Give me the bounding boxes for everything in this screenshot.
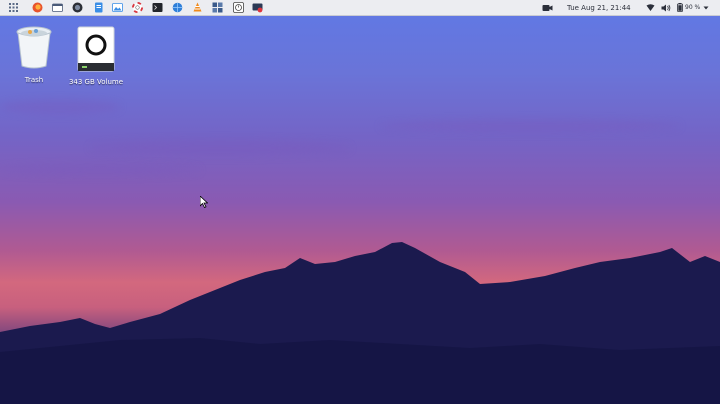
volume-indicator[interactable]: [661, 0, 671, 15]
vlc-icon[interactable]: [192, 2, 203, 13]
terminal-icon[interactable]: [152, 2, 163, 13]
battery-indicator[interactable]: 90 %: [677, 0, 709, 15]
desktop-icon-trash[interactable]: Trash: [4, 24, 64, 84]
network-indicator[interactable]: [646, 0, 655, 15]
window-grid-icon[interactable]: [212, 2, 223, 13]
camera-indicator[interactable]: [542, 0, 553, 15]
video-camera-icon: [542, 4, 553, 11]
desktop-icon-volume[interactable]: 343 GB Volume: [66, 26, 126, 86]
battery-icon: [677, 3, 683, 12]
chevron-down-icon: [703, 6, 709, 9]
desktop-background: Trash 343 GB Volume: [0, 0, 720, 404]
firefox-icon[interactable]: [32, 2, 43, 13]
files-icon[interactable]: [52, 2, 63, 13]
speaker-icon: [661, 4, 671, 11]
document-icon[interactable]: [93, 2, 104, 13]
trash-icon: [16, 26, 52, 69]
clock-indicator[interactable]: Tue Aug 21, 21:44: [567, 0, 631, 15]
clock-text: Tue Aug 21, 21:44: [567, 3, 631, 12]
camera-app-icon[interactable]: [72, 2, 83, 13]
lifebuoy-icon[interactable]: [132, 2, 143, 13]
wifi-icon: [646, 3, 655, 11]
desktop-icon-label: 343 GB Volume: [68, 78, 124, 86]
top-panel: Tue Aug 21, 21:44 90 %: [0, 0, 720, 16]
app-grid-icon[interactable]: [8, 2, 19, 13]
screen-recorder-icon[interactable]: [252, 2, 263, 13]
desktop-icon-label: Trash: [24, 76, 44, 84]
drive-icon: [77, 26, 115, 72]
image-viewer-icon[interactable]: [112, 2, 123, 13]
mouse-pointer-icon: [200, 196, 208, 208]
browser-icon[interactable]: [172, 2, 183, 13]
battery-percentage: 90 %: [685, 4, 701, 11]
clock-icon[interactable]: [233, 2, 244, 13]
